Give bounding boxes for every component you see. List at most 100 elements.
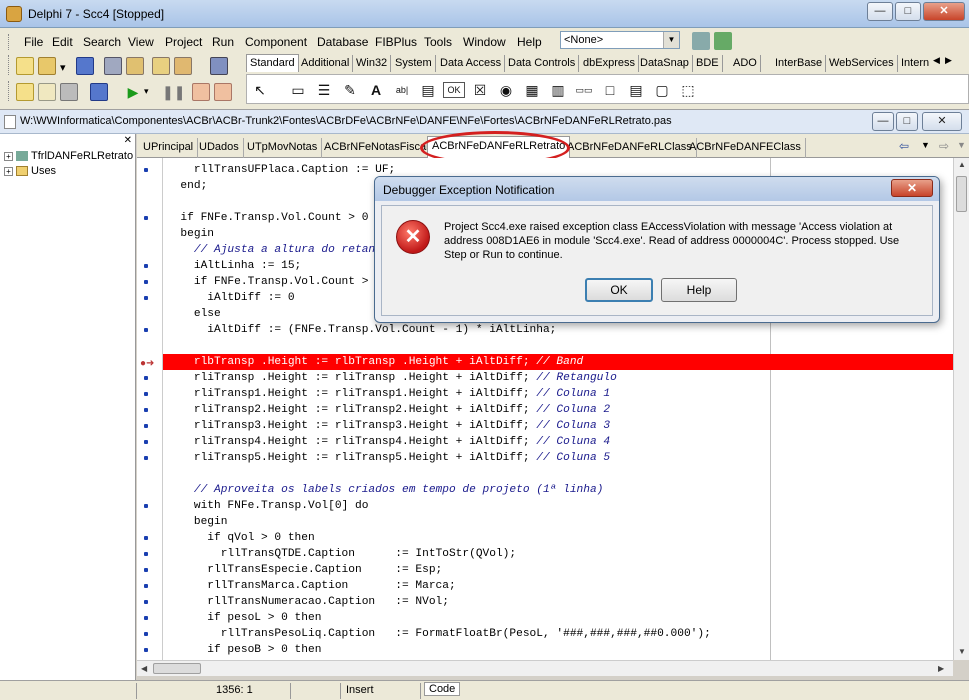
menu-view[interactable]: View bbox=[128, 35, 154, 49]
menu-file[interactable]: File bbox=[24, 35, 43, 49]
forward-arrow-icon[interactable]: ⇨ bbox=[939, 139, 949, 153]
code-line[interactable]: rliTransp2.Height := rliTransp2.Height +… bbox=[167, 402, 610, 418]
tpanel-icon[interactable]: ▢ bbox=[651, 79, 673, 101]
view-form-icon[interactable] bbox=[38, 83, 56, 101]
breakpoint-dot[interactable] bbox=[144, 280, 148, 284]
minimize-button[interactable]: — bbox=[867, 2, 893, 21]
close-icon[interactable]: ✕ bbox=[124, 135, 132, 146]
palette-tab-internet[interactable]: Intern bbox=[898, 55, 932, 72]
help-button[interactable]: Help bbox=[661, 278, 737, 302]
breakpoint-dot[interactable] bbox=[144, 440, 148, 444]
palette-tab-webservices[interactable]: WebServices bbox=[826, 55, 898, 72]
code-line[interactable]: if pesoB > 0 then bbox=[167, 642, 321, 658]
breakpoint-dot[interactable] bbox=[144, 504, 148, 508]
code-line[interactable]: end; bbox=[167, 178, 207, 194]
palette-scroll-right-icon[interactable]: ▶ bbox=[945, 55, 952, 66]
tlabel-icon[interactable]: A bbox=[365, 79, 387, 101]
menu-tools[interactable]: Tools bbox=[424, 35, 452, 49]
new-form-icon[interactable] bbox=[90, 83, 108, 101]
breakpoint-dot[interactable] bbox=[144, 584, 148, 588]
scroll-up-icon[interactable]: ▲ bbox=[958, 160, 966, 169]
new-items-icon[interactable] bbox=[16, 57, 34, 75]
menu-window[interactable]: Window bbox=[463, 35, 506, 49]
code-line[interactable]: rliTransp1.Height := rliTransp1.Height +… bbox=[167, 386, 610, 402]
breakpoint-dot[interactable] bbox=[144, 552, 148, 556]
code-view-tab[interactable]: Code bbox=[424, 682, 461, 696]
code-line[interactable]: rllTransEspecie.Caption := Esp; bbox=[167, 562, 442, 578]
tbutton-icon[interactable]: OK bbox=[443, 82, 465, 98]
toolbar-grip[interactable] bbox=[8, 55, 11, 75]
palette-scroll-left-icon[interactable]: ◀ bbox=[933, 55, 940, 66]
scroll-right-icon[interactable]: ▶ bbox=[938, 664, 944, 673]
tgroupbox-icon[interactable]: □ bbox=[599, 79, 621, 101]
tactionlist-icon[interactable]: ⬚ bbox=[677, 79, 699, 101]
add-to-project-icon[interactable] bbox=[152, 57, 170, 75]
desktop-layout-select[interactable]: <None> ▼ bbox=[560, 31, 680, 49]
menu-search[interactable]: Search bbox=[83, 35, 121, 49]
palette-tab-dbexpress[interactable]: dbExpress bbox=[580, 55, 639, 72]
open-dropdown-icon[interactable]: ▾ bbox=[60, 61, 68, 74]
code-line[interactable]: begin bbox=[167, 514, 228, 530]
trace-into-icon[interactable] bbox=[192, 83, 210, 101]
current-execution-line[interactable]: rlbTransp .Height := rlbTransp .Height +… bbox=[163, 354, 953, 370]
breakpoint-dot[interactable] bbox=[144, 328, 148, 332]
open-project-icon[interactable] bbox=[126, 57, 144, 75]
code-line[interactable]: iAltLinha := 15; bbox=[167, 258, 301, 274]
open-icon[interactable] bbox=[38, 57, 56, 75]
tcombobox-icon[interactable]: ▥ bbox=[547, 79, 569, 101]
palette-tab-system[interactable]: System bbox=[392, 55, 436, 72]
tcheckbox-icon[interactable]: ☒ bbox=[469, 79, 491, 101]
tab-utpmovnotas[interactable]: UTpMovNotas bbox=[243, 138, 323, 158]
menu-grip[interactable] bbox=[8, 34, 11, 50]
tree-item-uses[interactable]: + Uses bbox=[4, 165, 56, 179]
breakpoint-dot[interactable] bbox=[144, 376, 148, 380]
palette-tab-datasnap[interactable]: DataSnap bbox=[637, 55, 693, 72]
view-unit-icon[interactable] bbox=[16, 83, 34, 101]
expand-icon[interactable]: + bbox=[4, 151, 13, 161]
code-line[interactable]: rllTransMarca.Caption := Marca; bbox=[167, 578, 455, 594]
save-all-icon[interactable] bbox=[104, 57, 122, 75]
tree-item-class[interactable]: + TfrlDANFeRLRetrato bbox=[4, 150, 133, 164]
palette-tab-interbase[interactable]: InterBase bbox=[772, 55, 827, 72]
breakpoint-dot[interactable] bbox=[144, 536, 148, 540]
breakpoint-dot[interactable] bbox=[144, 600, 148, 604]
tscrollbar-icon[interactable]: ▭▭ bbox=[573, 79, 595, 101]
code-line[interactable]: else bbox=[167, 306, 221, 322]
help-contents-icon[interactable] bbox=[210, 57, 228, 75]
maximize-button[interactable]: □ bbox=[895, 2, 921, 21]
breakpoint-dot[interactable] bbox=[144, 568, 148, 572]
menu-help[interactable]: Help bbox=[517, 35, 542, 49]
palette-tab-additional[interactable]: Additional bbox=[298, 55, 354, 72]
vertical-scroll-thumb[interactable] bbox=[956, 176, 967, 212]
code-line[interactable]: // Aproveita os labels criados em tempo … bbox=[167, 482, 604, 498]
breakpoint-dot[interactable] bbox=[144, 456, 148, 460]
chevron-down-icon[interactable]: ▼ bbox=[957, 140, 966, 150]
set-debug-desktop-icon[interactable] bbox=[714, 32, 732, 50]
pointer-tool-icon[interactable]: ↖ bbox=[249, 79, 271, 101]
code-line[interactable]: rllTransQTDE.Caption := IntToStr(QVol); bbox=[167, 546, 516, 562]
code-line[interactable]: iAltDiff := 0 bbox=[167, 290, 294, 306]
editor-close-button[interactable]: ✕ bbox=[922, 112, 962, 131]
menu-database[interactable]: Database bbox=[317, 35, 368, 49]
tab-acbrnfedanferlclass[interactable]: ACBrNFeDANFeRLClass bbox=[563, 138, 697, 158]
code-line[interactable]: begin bbox=[167, 226, 214, 242]
breakpoint-dot[interactable] bbox=[144, 424, 148, 428]
dialog-close-button[interactable]: ✕ bbox=[891, 179, 933, 197]
tlistbox-icon[interactable]: ▦ bbox=[521, 79, 543, 101]
pause-icon[interactable]: ❚❚ bbox=[162, 83, 185, 101]
palette-tab-standard[interactable]: Standard bbox=[246, 54, 299, 72]
code-line[interactable]: iAltDiff := (FNFe.Transp.Vol.Count - 1) … bbox=[167, 322, 556, 338]
menu-fibplus[interactable]: FIBPlus bbox=[375, 35, 417, 49]
menu-run[interactable]: Run bbox=[212, 35, 234, 49]
code-line[interactable]: if qVol > 0 then bbox=[167, 530, 314, 546]
step-over-icon[interactable] bbox=[214, 83, 232, 101]
tpopupmenu-icon[interactable]: ✎ bbox=[339, 79, 361, 101]
palette-tab-bde[interactable]: BDE bbox=[693, 55, 723, 72]
close-button[interactable]: ✕ bbox=[923, 2, 965, 21]
back-arrow-icon[interactable]: ⇦ bbox=[899, 139, 909, 153]
save-desktop-icon[interactable] bbox=[692, 32, 710, 50]
palette-tab-data-access[interactable]: Data Access bbox=[437, 55, 506, 72]
run-icon[interactable]: ▶ bbox=[124, 83, 142, 101]
menu-component[interactable]: Component bbox=[245, 35, 307, 49]
remove-from-project-icon[interactable] bbox=[174, 57, 192, 75]
